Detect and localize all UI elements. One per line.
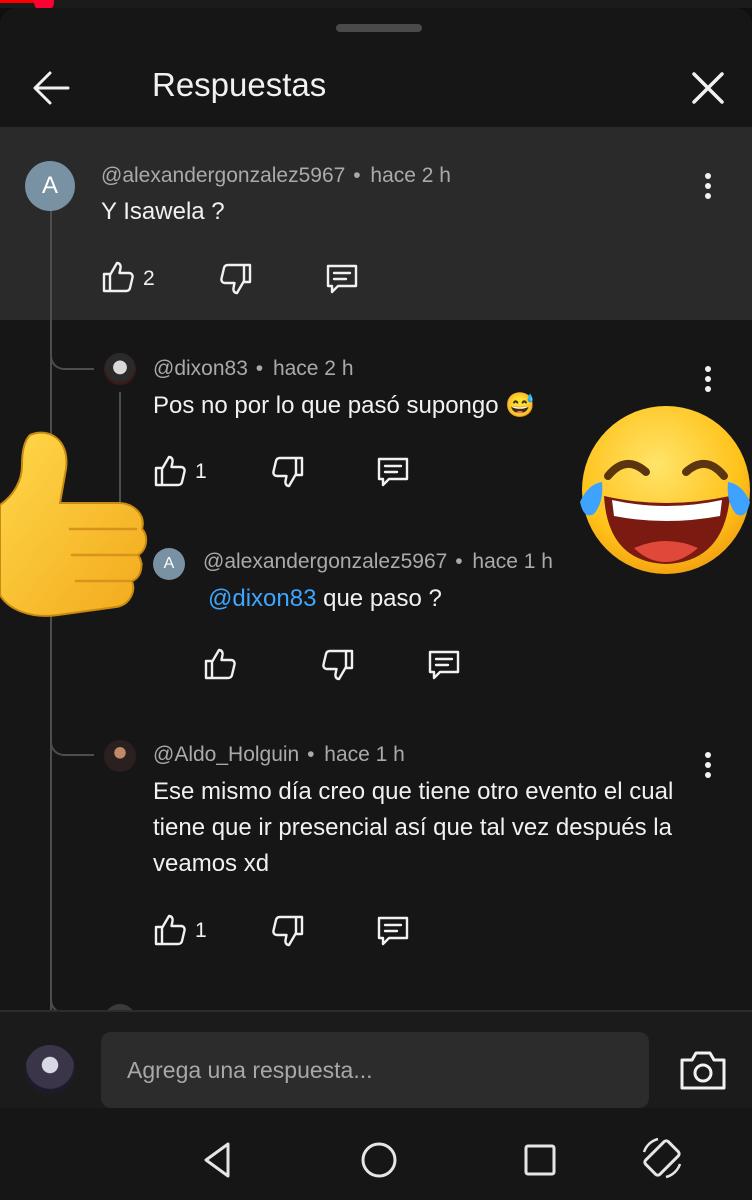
nav-back-button[interactable] [194,1136,242,1184]
triangle-back-icon [204,1142,230,1178]
like-button[interactable] [200,644,240,684]
thumbs-down-icon [322,649,354,681]
comment-text-body: que paso ? [316,585,442,612]
close-icon [692,72,724,104]
system-nav-bar [0,1108,752,1200]
sheet-header: Respuestas [0,44,752,134]
like-button[interactable] [150,910,190,950]
comment-time: hace 1 h [472,550,553,573]
reply-comment-icon [326,264,358,294]
drag-handle[interactable] [336,24,422,32]
nav-home-button[interactable] [355,1136,403,1184]
nav-recents-button[interactable] [516,1136,564,1184]
rotate-screen-button[interactable] [638,1134,686,1182]
meta-separator: • [255,357,264,380]
camera-button[interactable] [678,1048,728,1092]
dislike-button[interactable] [268,911,308,951]
thumbs-down-icon [272,456,304,488]
comment-time: hace 1 h [324,743,405,766]
comment-meta: @dixon83 • hace 2 h [153,357,354,381]
thumbs-up-emoji-icon [0,431,148,617]
more-vert-icon [705,366,711,392]
reply-comment-icon [428,650,460,680]
thumbs-up-sticker [0,425,150,644]
dislike-button[interactable] [318,645,358,685]
more-options-button[interactable] [696,166,720,206]
comment-text: Pos no por lo que pasó supongo 😅 [153,392,536,419]
thumbs-down-icon [220,263,252,295]
more-options-button[interactable] [696,745,720,785]
screen-rotation-icon [642,1137,682,1179]
comment-author[interactable]: @alexandergonzalez5967 [101,164,345,187]
avatar[interactable] [104,740,136,772]
like-count: 2 [143,267,155,290]
avatar[interactable]: A [25,161,75,211]
video-progress-strip [0,0,752,12]
reply-button[interactable] [424,645,464,685]
reply-comment-icon [377,457,409,487]
reply-button[interactable] [373,452,413,492]
meta-separator: • [307,743,315,766]
comment-author[interactable]: @alexandergonzalez5967 [203,550,447,573]
like-button[interactable] [98,257,138,297]
thumbs-up-icon [154,914,186,946]
arrow-left-icon [33,71,70,105]
user-mention-link[interactable]: @dixon83 [208,585,316,612]
comment-meta: @alexandergonzalez5967 • hace 2 h [101,164,451,188]
page-title: Respuestas [152,66,327,103]
comment-text: @dixon83 que paso ? [208,581,442,617]
meta-separator: • [353,164,361,187]
reply-composer [0,1010,752,1110]
circle-home-icon [361,1142,397,1178]
avatar[interactable]: A [153,548,185,580]
reply-input[interactable] [101,1032,649,1108]
laughing-emoji-sticker [574,398,752,584]
tears-of-joy-emoji-icon [580,406,750,574]
more-vert-icon [705,173,711,199]
reply-comment-icon [377,916,409,946]
dislike-button[interactable] [268,452,308,492]
like-button[interactable] [150,451,190,491]
comment-time: hace 2 h [370,164,451,187]
meta-separator: • [455,550,463,573]
close-button[interactable] [684,64,732,112]
current-user-avatar[interactable] [25,1045,75,1095]
like-count: 1 [195,460,207,483]
thread-connector [50,340,94,370]
thumbs-up-icon [154,455,186,487]
thumbs-up-icon [102,261,134,293]
comment-time: hace 2 h [272,357,354,380]
thread-connector [50,720,94,756]
thumbs-down-icon [272,915,304,947]
comment-author[interactable]: @Aldo_Holguin [153,743,299,766]
reply-button[interactable] [322,259,362,299]
comment-text: Y Isawela ? [101,198,225,225]
more-vert-icon [705,752,711,778]
dislike-button[interactable] [216,259,256,299]
reply-button[interactable] [373,911,413,951]
like-count: 1 [195,919,207,942]
square-recents-icon [524,1144,556,1176]
comment-meta: @alexandergonzalez5967 • hace 1 h [203,550,553,574]
comment-meta: @Aldo_Holguin • hace 1 h [153,743,405,767]
camera-icon [680,1051,726,1090]
avatar[interactable] [104,353,136,385]
comment-text: Ese mismo día creo que tiene otro evento… [153,778,674,877]
comment-author[interactable]: @dixon83 [153,357,248,380]
thumbs-up-icon [204,648,236,680]
more-options-button[interactable] [696,359,720,399]
back-button[interactable] [26,62,78,114]
